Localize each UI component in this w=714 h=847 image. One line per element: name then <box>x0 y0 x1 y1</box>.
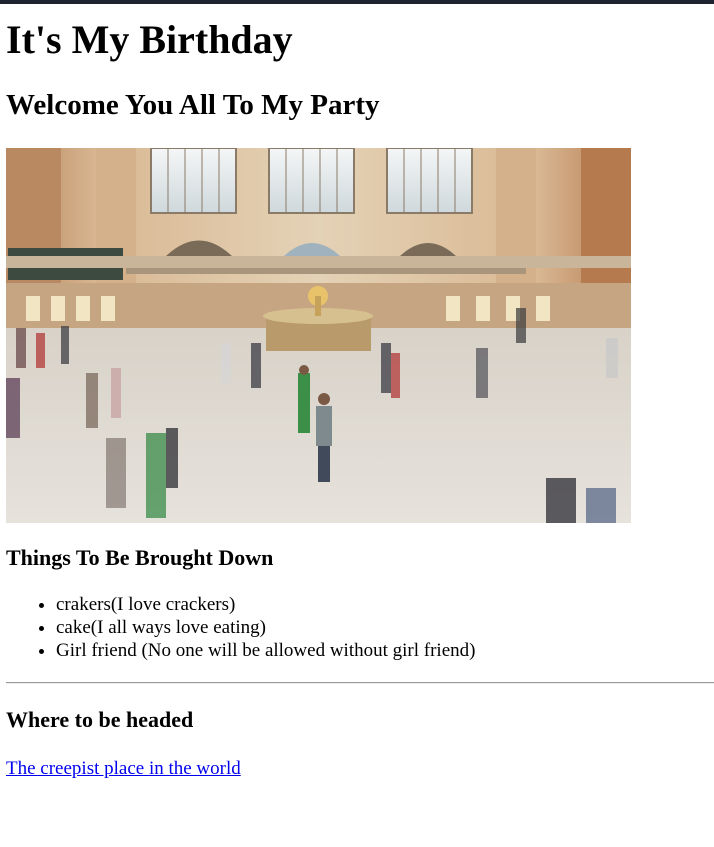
things-list: crakers(I love crackers) cake(I all ways… <box>6 593 708 662</box>
train-station-photo <box>6 148 631 523</box>
page-subtitle: Welcome You All To My Party <box>6 89 380 121</box>
page-title: It's My Birthday <box>6 17 293 62</box>
horizontal-rule <box>6 682 714 684</box>
creepist-place-link[interactable]: The creepist place in the world <box>6 757 241 780</box>
list-item: cake(I all ways love eating) <box>56 616 708 639</box>
things-heading: Things To Be Brought Down <box>6 545 274 570</box>
where-heading: Where to be headed <box>6 707 194 732</box>
list-item: Girl friend (No one will be allowed with… <box>56 639 708 662</box>
list-item: crakers(I love crackers) <box>56 593 708 616</box>
page-content: It's My Birthday Welcome You All To My P… <box>6 4 714 780</box>
